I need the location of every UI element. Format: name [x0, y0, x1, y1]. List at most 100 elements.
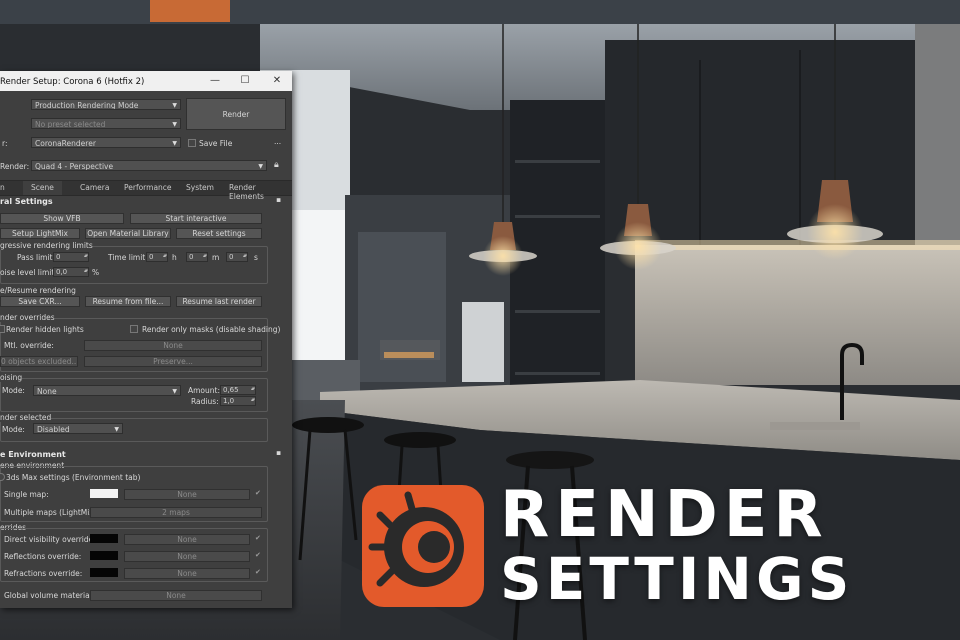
denoise-amount-spinner[interactable]: 0,65 [220, 385, 256, 395]
tab-performance[interactable]: Performance [124, 183, 172, 192]
single-map-check-icon[interactable]: ✔ [255, 489, 261, 497]
save-cxr-button[interactable]: Save CXR... [0, 296, 80, 307]
reflections-override-button[interactable]: None [124, 551, 250, 562]
direct-visibility-button[interactable]: None [124, 534, 250, 545]
mode-dropdown[interactable]: Production Rendering Mode ▼ [31, 99, 181, 110]
render-selected-mode-dropdown[interactable]: Disabled ▼ [33, 423, 123, 434]
show-vfb-button[interactable]: Show VFB [0, 213, 124, 224]
objects-excluded-button[interactable]: 0 objects excluded... [0, 356, 78, 367]
denoise-mode-value: None [37, 387, 57, 396]
direct-visibility-color-swatch[interactable] [90, 534, 118, 543]
preset-dropdown[interactable]: No preset selected ▼ [31, 118, 181, 129]
chevron-down-icon: ▼ [172, 102, 177, 109]
pass-limit-spinner[interactable]: 0 [53, 252, 89, 262]
corona-logo-icon [362, 485, 484, 607]
preserve-button[interactable]: Preserve... [84, 356, 262, 367]
time-seconds-spinner[interactable]: 0 [226, 252, 248, 262]
single-map-button[interactable]: None [124, 489, 250, 500]
renderer-dropdown-value: CoronaRenderer [35, 139, 96, 148]
denoise-mode-label: Mode: [2, 386, 25, 395]
global-volume-label: Global volume material: [4, 591, 95, 600]
scene-environment-header[interactable]: e Environment [0, 450, 292, 461]
save-file-browse-button[interactable]: ... [274, 137, 281, 146]
tab-bar: n Scene Camera Performance System Render… [0, 180, 292, 201]
denoise-mode-dropdown[interactable]: None ▼ [33, 385, 181, 396]
reflections-color-swatch[interactable] [90, 551, 118, 560]
single-map-color-swatch[interactable] [90, 489, 118, 498]
multiple-maps-button[interactable]: 2 maps [90, 507, 262, 518]
render-hidden-lights-label: Render hidden lights [6, 325, 84, 334]
view-to-render-label: Render: [0, 162, 30, 171]
tab-camera[interactable]: Camera [80, 183, 109, 192]
lock-icon[interactable]: 🔒︎ [274, 160, 279, 170]
start-interactive-button[interactable]: Start interactive [130, 213, 262, 224]
tab-system[interactable]: System [186, 183, 214, 192]
dialog-titlebar[interactable]: Render Setup: Corona 6 (Hotfix 2) — ☐ ✕ [0, 71, 292, 91]
time-limit-label: Time limit: [108, 253, 148, 262]
percent-unit: % [92, 268, 100, 277]
denoise-amount-label: Amount: [188, 386, 220, 395]
resume-last-render-button[interactable]: Resume last render [176, 296, 262, 307]
save-file-label: Save File [199, 139, 233, 148]
tab-scene[interactable]: Scene [23, 181, 62, 195]
noise-level-label: oise level limit: [0, 268, 57, 277]
pass-limit-label: Pass limit: [17, 253, 56, 262]
view-dropdown[interactable]: Quad 4 - Perspective ▼ [31, 160, 267, 171]
chevron-down-icon: ▼ [258, 163, 263, 170]
close-icon[interactable]: ✕ [262, 71, 292, 91]
open-material-library-button[interactable]: Open Material Library [85, 228, 171, 239]
overlay-title-line1: RENDER [500, 478, 829, 552]
view-dropdown-value: Quad 4 - Perspective [35, 162, 114, 171]
render-setup-dialog: Render Setup: Corona 6 (Hotfix 2) — ☐ ✕ … [0, 71, 292, 608]
render-selected-mode-value: Disabled [37, 425, 70, 434]
scene-environment-title: e Environment [0, 450, 66, 459]
save-file-checkbox[interactable] [188, 139, 196, 147]
preset-dropdown-value: No preset selected [35, 120, 106, 129]
denoising-title: oising [0, 373, 23, 382]
chevron-down-icon: ▼ [172, 140, 177, 147]
render-selected-title: nder selected [0, 413, 52, 422]
tab-common[interactable]: n [0, 183, 5, 192]
overlay-title-line2: SETTINGS [500, 545, 854, 613]
minimize-icon[interactable]: — [200, 71, 230, 91]
render-button[interactable]: Render [186, 98, 286, 130]
multiple-maps-label: Multiple maps (LightMix): [4, 508, 100, 517]
hours-unit: h [172, 253, 177, 262]
render-selected-mode-label: Mode: [2, 425, 25, 434]
refractions-override-button[interactable]: None [124, 568, 250, 579]
chevron-down-icon: ▼ [172, 121, 177, 128]
denoise-radius-label: Radius: [191, 397, 219, 406]
chevron-down-icon: ▼ [114, 426, 119, 433]
seconds-unit: s [254, 253, 258, 262]
direct-visibility-label: Direct visibility override: [4, 535, 96, 544]
progressive-limits-title: gressive rendering limits [0, 241, 93, 250]
save-resume-title: e/Resume rendering [0, 286, 76, 295]
minutes-unit: m [212, 253, 220, 262]
render-only-masks-checkbox[interactable] [130, 325, 138, 333]
mtl-override-button[interactable]: None [84, 340, 262, 351]
refractions-override-label: Refractions override: [4, 569, 83, 578]
denoise-radius-spinner[interactable]: 1,0 [220, 396, 256, 406]
resume-from-file-button[interactable]: Resume from file... [85, 296, 171, 307]
time-hours-spinner[interactable]: 0 [146, 252, 168, 262]
chevron-down-icon: ▼ [172, 388, 177, 395]
refractions-check-icon[interactable]: ✔ [255, 568, 261, 576]
renderer-dropdown[interactable]: CoronaRenderer ▼ [31, 137, 181, 148]
pin-icon[interactable]: ▪ [276, 195, 281, 204]
maximize-icon[interactable]: ☐ [230, 71, 260, 91]
direct-visibility-check-icon[interactable]: ✔ [255, 534, 261, 542]
general-settings-header[interactable]: ral Settings [0, 197, 292, 208]
reflections-check-icon[interactable]: ✔ [255, 551, 261, 559]
time-minutes-spinner[interactable]: 0 [186, 252, 208, 262]
global-volume-button[interactable]: None [90, 590, 262, 601]
mode-dropdown-value: Production Rendering Mode [35, 101, 139, 110]
render-hidden-lights-checkbox[interactable] [0, 325, 5, 333]
dialog-title: Render Setup: Corona 6 (Hotfix 2) [0, 77, 145, 87]
pin-icon[interactable]: ▪ [276, 448, 281, 457]
reset-settings-button[interactable]: Reset settings [176, 228, 262, 239]
general-settings-title: ral Settings [0, 197, 53, 206]
setup-lightmix-button[interactable]: Setup LightMix [0, 228, 80, 239]
noise-level-spinner[interactable]: 0,0 [53, 267, 89, 277]
refractions-color-swatch[interactable] [90, 568, 118, 577]
max-settings-label: 3ds Max settings (Environment tab) [6, 473, 141, 482]
